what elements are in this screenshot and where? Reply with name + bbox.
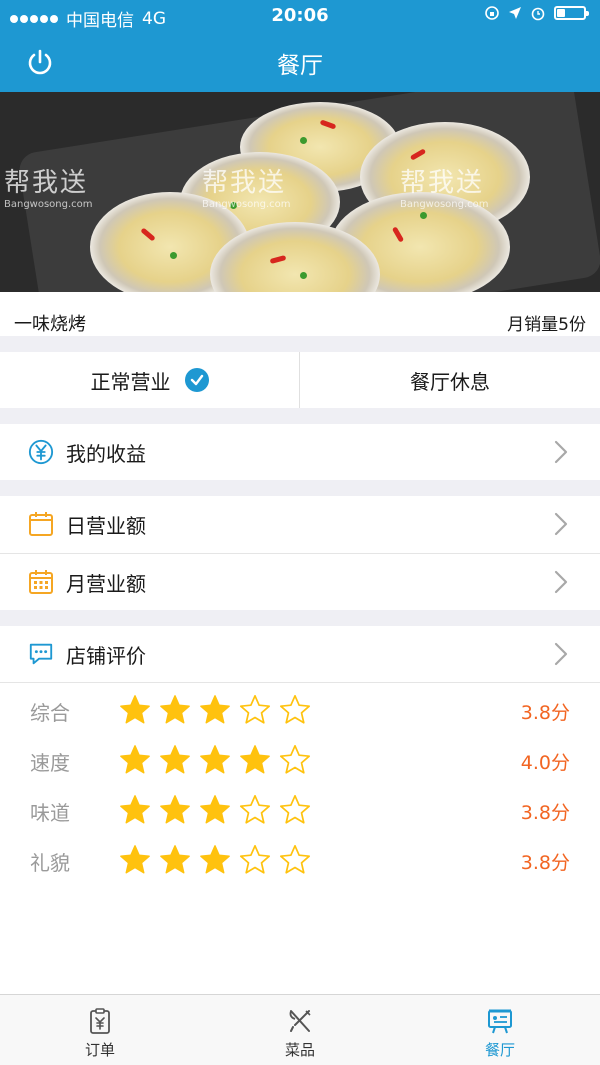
chevron-right-icon [554, 512, 568, 536]
earnings-row[interactable]: 我的收益 [0, 424, 600, 480]
star-filled-icon [200, 795, 230, 824]
rating-score: 3.8分 [520, 802, 570, 824]
monthly-revenue-label: 月营业额 [66, 571, 146, 596]
rating-row-overall: 综合 3.8分 [0, 685, 600, 735]
rotation-lock-icon [485, 6, 499, 20]
rating-label: 礼貌 [30, 851, 70, 875]
rating-label: 速度 [30, 751, 70, 775]
rating-score: 4.0分 [520, 752, 570, 774]
tab-orders-label: 订单 [84, 1041, 115, 1059]
star-filled-icon [200, 845, 230, 874]
banner-watermark-text: 帮我送 [400, 168, 485, 198]
banner-watermark-sub: Bangwosong.com [400, 199, 489, 210]
section-gap [0, 610, 600, 626]
star-filled-icon [120, 695, 150, 724]
status-right [484, 5, 589, 21]
section-gap [0, 480, 600, 496]
alarm-icon [531, 7, 545, 21]
banner-watermark-text: 帮我送 [4, 168, 89, 198]
star-filled-icon [200, 695, 230, 724]
earnings-label: 我的收益 [66, 441, 146, 466]
row-divider [0, 682, 600, 683]
business-status-toggle: 正常营业 餐厅休息 [0, 352, 600, 408]
section-gap [0, 336, 600, 352]
monthly-revenue-row[interactable]: 月营业额 [0, 554, 600, 610]
open-status-button[interactable]: 正常营业 [0, 352, 300, 408]
reviews-label: 店铺评价 [66, 643, 146, 668]
star-rating [118, 693, 312, 727]
star-empty-icon [239, 694, 271, 724]
star-filled-icon [160, 845, 190, 874]
location-arrow-icon [509, 7, 521, 19]
closed-status-label: 餐厅休息 [410, 369, 490, 394]
banner-watermark: 帮我送 Bangwosong.com [400, 162, 489, 210]
tab-dishes[interactable]: 菜品 [200, 995, 400, 1065]
star-rating [118, 843, 312, 877]
section-gap [0, 408, 600, 424]
yuan-icon [28, 439, 54, 465]
star-empty-icon [239, 794, 271, 824]
restaurant-icon [488, 1009, 512, 1034]
rating-label: 综合 [30, 701, 70, 725]
star-empty-icon [279, 744, 311, 774]
rating-label: 味道 [30, 801, 70, 825]
bottom-tab-bar: 订单 菜品 餐厅 [0, 994, 600, 1065]
calendar-day-icon [28, 511, 54, 537]
battery-icon [554, 6, 589, 20]
star-empty-icon [279, 794, 311, 824]
restaurant-name: 一味烧烤 [14, 314, 86, 335]
chat-bubble-icon [28, 641, 54, 667]
rating-score: 3.8分 [520, 852, 570, 874]
star-filled-icon [160, 695, 190, 724]
star-empty-icon [239, 844, 271, 874]
tab-orders[interactable]: 订单 [0, 995, 200, 1065]
star-filled-icon [120, 745, 150, 774]
rating-row-speed: 速度 4.0分 [0, 735, 600, 785]
nav-bar: 餐厅 [0, 32, 600, 92]
star-filled-icon [120, 795, 150, 824]
banner-watermark-sub: Bangwosong.com [202, 199, 291, 210]
star-filled-icon [160, 745, 190, 774]
rating-row-politeness: 礼貌 3.8分 [0, 835, 600, 885]
banner-scallion [300, 272, 307, 279]
dishes-icon [289, 1010, 311, 1032]
star-empty-icon [279, 844, 311, 874]
monthly-sales: 月销量5份 [507, 315, 586, 335]
banner-scallion [170, 252, 177, 259]
banner-watermark-text: 帮我送 [202, 168, 287, 198]
star-rating [118, 743, 312, 777]
check-icon [184, 368, 209, 392]
tab-restaurant-label: 餐厅 [484, 1041, 515, 1059]
tab-dishes-label: 菜品 [284, 1041, 315, 1059]
banner-scallion [420, 212, 427, 219]
status-bar: 中国电信 4G 20:06 [0, 0, 600, 32]
banner-scallion [300, 137, 307, 144]
chevron-right-icon [554, 642, 568, 666]
order-icon [90, 1008, 110, 1034]
star-filled-icon [120, 845, 150, 874]
star-filled-icon [240, 745, 270, 774]
banner-watermark-sub: Bangwosong.com [4, 199, 93, 210]
daily-revenue-label: 日营业额 [66, 513, 146, 538]
star-filled-icon [200, 745, 230, 774]
open-status-label: 正常营业 [90, 369, 171, 394]
star-empty-icon [279, 694, 311, 724]
page-title: 餐厅 [277, 53, 323, 79]
reviews-row[interactable]: 店铺评价 [0, 626, 600, 682]
daily-revenue-row[interactable]: 日营业额 [0, 496, 600, 552]
rating-score: 3.8分 [520, 702, 570, 724]
chevron-right-icon [554, 570, 568, 594]
banner-watermark: 帮我送 Bangwosong.com [4, 162, 93, 210]
calendar-month-icon [28, 569, 54, 595]
chevron-right-icon [554, 440, 568, 464]
tab-restaurant[interactable]: 餐厅 [400, 995, 600, 1065]
closed-status-button[interactable]: 餐厅休息 [300, 352, 600, 408]
restaurant-banner-image: 帮我送 Bangwosong.com 帮我送 Bangwosong.com 帮我送 B… [0, 92, 600, 292]
banner-watermark: 帮我送 Bangwosong.com [202, 162, 291, 210]
rating-row-taste: 味道 3.8分 [0, 785, 600, 835]
star-filled-icon [160, 795, 190, 824]
star-rating [118, 793, 312, 827]
